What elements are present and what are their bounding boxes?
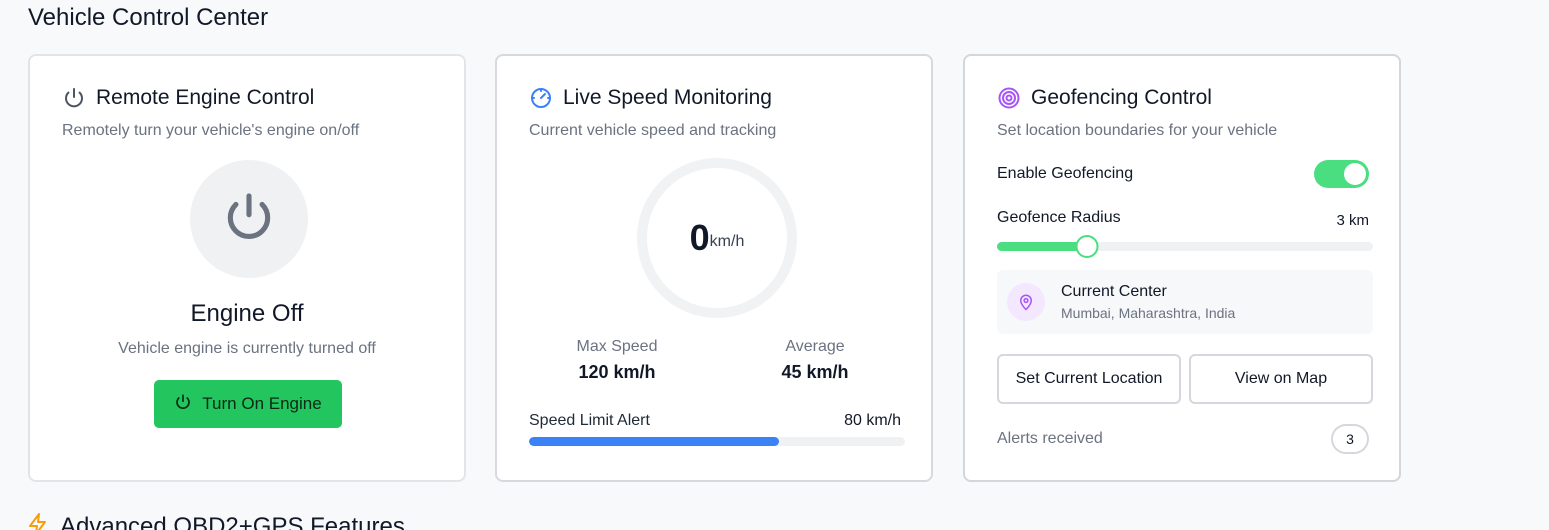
current-center-label: Current Center <box>1061 283 1167 300</box>
speed-limit-row: Speed Limit Alert 80 km/h <box>529 412 901 430</box>
speed-card-subtitle: Current vehicle speed and tracking <box>529 122 777 139</box>
slider-fill <box>997 242 1088 251</box>
alerts-count-badge: 3 <box>1331 424 1369 454</box>
speed-limit-value: 80 km/h <box>844 412 901 429</box>
power-icon <box>62 86 86 110</box>
lightning-icon <box>26 512 50 530</box>
enable-geofencing-label: Enable Geofencing <box>997 165 1134 182</box>
engine-card-header: Remote Engine Control <box>62 86 314 110</box>
slider-thumb[interactable] <box>1075 235 1099 258</box>
page-title: Vehicle Control Center <box>28 4 269 31</box>
geo-card-title: Geofencing Control <box>1031 86 1212 109</box>
speed-limit-progress-fill <box>529 437 780 446</box>
engine-control-card: Remote Engine Control Remotely turn your… <box>28 54 466 482</box>
geofence-radius-row: Geofence Radius 3 km <box>997 206 1369 230</box>
geo-card-header: Geofencing Control <box>997 86 1212 110</box>
alerts-row: Alerts received 3 <box>997 424 1369 454</box>
engine-power-indicator <box>190 160 308 278</box>
speed-card-header: Live Speed Monitoring <box>529 86 772 110</box>
turn-on-engine-label: Turn On Engine <box>202 394 322 413</box>
geofencing-toggle[interactable] <box>1314 160 1369 188</box>
current-center-panel: Current Center Mumbai, Maharashtra, Indi… <box>997 270 1373 334</box>
max-speed-stat: Max Speed 120 km/h <box>537 338 697 383</box>
engine-card-subtitle: Remotely turn your vehicle's engine on/o… <box>62 122 360 139</box>
speed-gauge: 0 km/h <box>637 158 797 318</box>
map-pin-icon <box>1007 283 1045 321</box>
power-icon <box>174 393 192 416</box>
current-speed-value: 0 <box>689 217 710 258</box>
engine-status: Engine Off <box>190 300 304 327</box>
current-center-location: Mumbai, Maharashtra, India <box>1061 305 1236 321</box>
engine-card-title: Remote Engine Control <box>96 86 315 109</box>
turn-on-engine-button[interactable]: Turn On Engine <box>154 380 342 428</box>
current-speed-unit: km/h <box>709 233 745 250</box>
engine-status-description: Vehicle engine is currently turned off <box>118 340 376 357</box>
speed-monitoring-card: Live Speed Monitoring Current vehicle sp… <box>495 54 933 482</box>
average-speed-label: Average <box>785 338 845 355</box>
average-speed-value: 45 km/h <box>781 362 849 382</box>
speedometer-icon <box>529 86 553 110</box>
max-speed-label: Max Speed <box>576 338 658 355</box>
section-header-advanced-features: Advanced OBD2+GPS Features <box>26 512 405 530</box>
view-on-map-button[interactable]: View on Map <box>1189 354 1373 404</box>
set-current-location-button[interactable]: Set Current Location <box>997 354 1181 404</box>
speed-card-title: Live Speed Monitoring <box>563 86 772 109</box>
geo-card-subtitle: Set location boundaries for your vehicle <box>997 122 1278 139</box>
speed-limit-label: Speed Limit Alert <box>529 412 650 429</box>
geofence-radius-value: 3 km <box>1336 212 1369 229</box>
target-icon <box>997 86 1021 110</box>
geofence-radius-slider[interactable] <box>997 235 1373 258</box>
toggle-knob <box>1344 163 1366 185</box>
max-speed-value: 120 km/h <box>578 362 656 382</box>
enable-geofencing-row: Enable Geofencing <box>997 160 1369 188</box>
geofence-radius-label: Geofence Radius <box>997 208 1121 226</box>
alerts-received-label: Alerts received <box>997 430 1103 447</box>
advanced-features-title: Advanced OBD2+GPS Features <box>60 512 405 530</box>
power-icon <box>221 189 277 250</box>
average-speed-stat: Average 45 km/h <box>735 338 895 383</box>
speed-limit-progress <box>529 437 905 446</box>
geofencing-card: Geofencing Control Set location boundari… <box>963 54 1401 482</box>
current-center-info: Current Center Mumbai, Maharashtra, Indi… <box>1061 283 1235 321</box>
